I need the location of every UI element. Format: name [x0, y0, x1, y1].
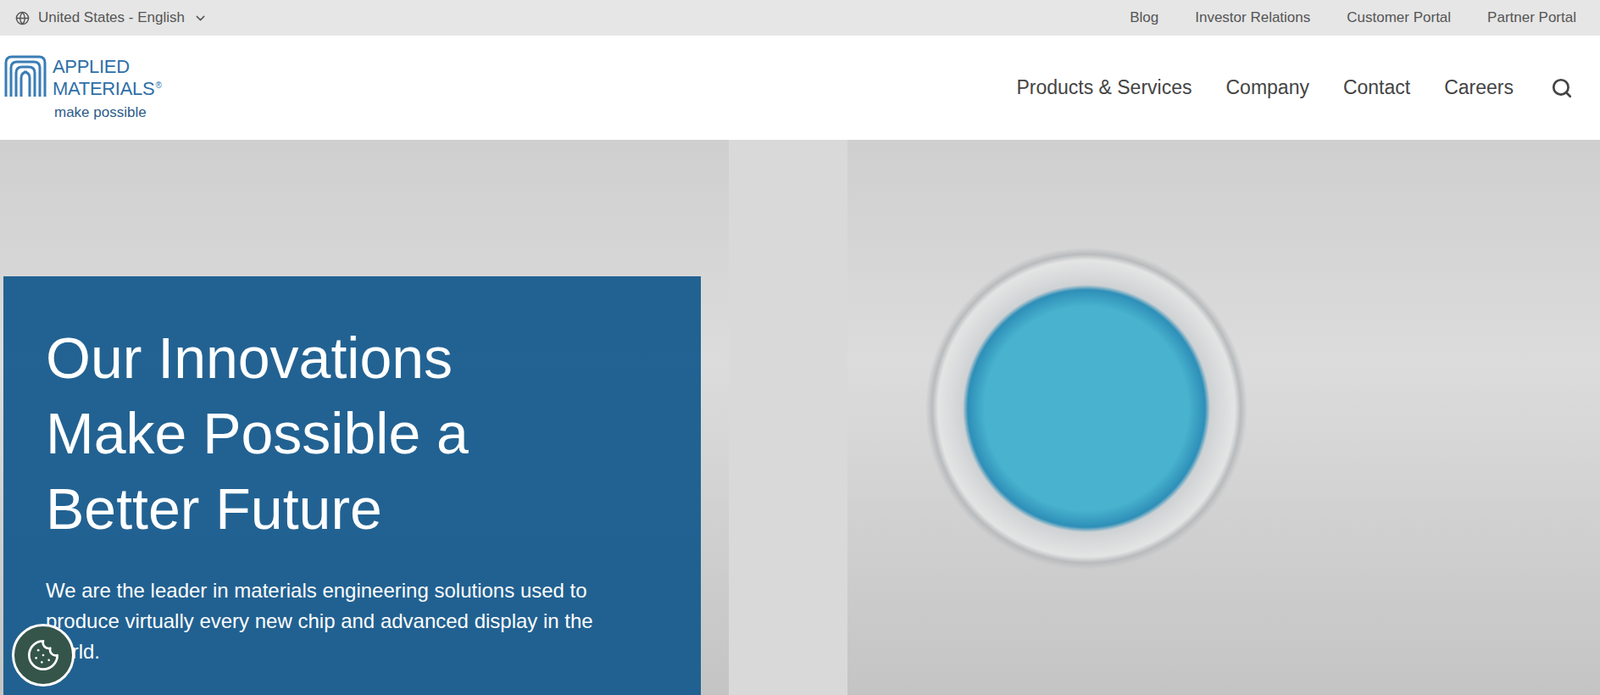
globe-icon	[15, 11, 30, 26]
utility-link[interactable]: Blog	[1129, 9, 1159, 27]
utility-link[interactable]: Customer Portal	[1346, 9, 1451, 27]
utility-link[interactable]: Partner Portal	[1487, 9, 1577, 27]
main-nav: Products & Services Company Contact Careers	[1016, 73, 1577, 103]
hero: Our Innovations Make Possible a Better F…	[0, 139, 1600, 695]
cookie-settings-button[interactable]	[11, 623, 75, 687]
search-button[interactable]	[1547, 73, 1577, 103]
header: APPLIEDMATERIALS® make possible Products &…	[0, 35, 1600, 140]
locale-selector[interactable]: United States - English	[15, 9, 208, 27]
logo-word: MATERIALS®	[52, 76, 162, 99]
locale-label: United States - English	[38, 9, 185, 27]
chevron-down-icon	[193, 11, 208, 26]
logo-text: APPLIEDMATERIALS® make possible	[52, 54, 162, 121]
logo-word: APPLIED	[52, 57, 162, 77]
logo-tagline: make possible	[52, 104, 162, 122]
nav-item[interactable]: Company	[1225, 76, 1309, 100]
top-bar: United States - English Blog Investor Rela…	[0, 0, 1600, 36]
hero-text: We are the leader in materials engineeri…	[45, 575, 606, 667]
nav-item[interactable]: Contact	[1343, 76, 1411, 100]
utility-links: Blog Investor Relations Customer Portal Par…	[1129, 9, 1577, 27]
logo[interactable]: APPLIEDMATERIALS® make possible	[3, 54, 162, 121]
page: United States - English Blog Investor Rela…	[0, 0, 1600, 695]
nav-item[interactable]: Products & Services	[1016, 76, 1192, 100]
utility-link[interactable]: Investor Relations	[1194, 9, 1311, 27]
cookie-icon	[26, 638, 61, 673]
logo-mark-icon	[3, 54, 48, 99]
nav-item[interactable]: Careers	[1444, 76, 1514, 100]
hero-title: Our Innovations Make Possible a Better F…	[45, 320, 572, 547]
hero-panel: Our Innovations Make Possible a Better F…	[3, 276, 701, 695]
search-icon	[1550, 77, 1573, 100]
registered-mark: ®	[155, 80, 162, 90]
